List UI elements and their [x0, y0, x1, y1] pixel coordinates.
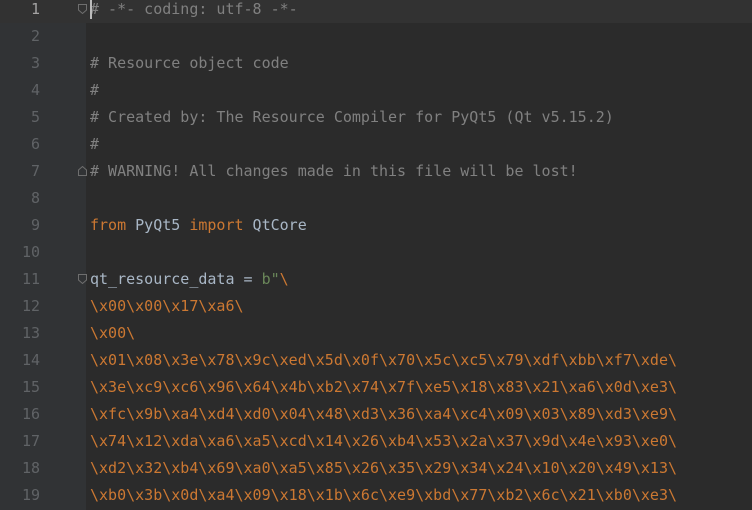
code-line-3[interactable]: 3 # Resource object code — [0, 50, 752, 77]
bytes-literal: \x74\x12\xda\xa6\xa5\xcd\x14\x26\xb4\x53… — [90, 432, 677, 450]
fold-start-icon[interactable] — [78, 274, 87, 284]
code-line-9[interactable]: 9 from PyQt5 import QtCore — [0, 212, 752, 239]
code-line-16[interactable]: 16 \xfc\x9b\xa4\xd4\xd0\x04\x48\xd3\x36\… — [0, 401, 752, 428]
line-number: 11 — [21, 270, 40, 288]
line-number: 17 — [21, 432, 40, 450]
bytes-literal: \xfc\x9b\xa4\xd4\xd0\x04\x48\xd3\x36\xa4… — [90, 405, 677, 423]
import-statement: from PyQt5 import QtCore — [90, 212, 307, 239]
code-line-11[interactable]: 11 qt_resource_data = b"\ — [0, 266, 752, 293]
line-number: 16 — [21, 405, 40, 423]
comment-text: # — [90, 135, 100, 153]
line-number: 2 — [30, 27, 40, 45]
line-number: 13 — [21, 324, 40, 342]
bytes-literal: \x00\ — [90, 324, 136, 342]
comment-text: # WARNING! All changes made in this file… — [90, 162, 578, 180]
bytes-literal: \xb0\x3b\x0d\xa4\x09\x18\x1b\x6c\xe9\xbd… — [90, 486, 677, 504]
bytes-literal: \xd2\x32\xb4\x69\xa0\xa5\x85\x26\x35\x29… — [90, 459, 677, 477]
bytes-literal: \x00\x00\x17\xa6\ — [90, 297, 244, 315]
variable-name: qt_resource_data = — [90, 270, 262, 288]
assignment-statement: qt_resource_data = b"\ — [90, 266, 289, 293]
module-name: PyQt5 — [126, 216, 190, 234]
line-number: 1 — [30, 0, 40, 18]
code-line-4[interactable]: 4 # — [0, 77, 752, 104]
code-line-18[interactable]: 18 \xd2\x32\xb4\x69\xa0\xa5\x85\x26\x35\… — [0, 455, 752, 482]
code-editor[interactable]: 1 # -*- coding: utf-8 -*- 2 3 # Resource… — [0, 0, 752, 510]
imported-name: QtCore — [243, 216, 307, 234]
line-number: 19 — [21, 486, 40, 504]
comment-text: # -*- coding: utf-8 -*- — [90, 0, 298, 18]
bytes-prefix: b" — [261, 270, 280, 288]
line-number: 3 — [30, 54, 40, 72]
line-number: 5 — [30, 108, 40, 126]
comment-text: # Created by: The Resource Compiler for … — [90, 108, 614, 126]
line-number: 8 — [30, 189, 40, 207]
fold-start-icon[interactable] — [78, 4, 87, 14]
keyword-from: from — [90, 216, 127, 234]
line-number: 15 — [21, 378, 40, 396]
code-line-13[interactable]: 13 \x00\ — [0, 320, 752, 347]
line-number: 14 — [21, 351, 40, 369]
line-number: 4 — [30, 81, 40, 99]
line-number: 18 — [21, 459, 40, 477]
bytes-literal: \x3e\xc9\xc6\x96\x64\x4b\xb2\x74\x7f\xe5… — [90, 378, 677, 396]
line-number: 12 — [21, 297, 40, 315]
code-line-6[interactable]: 6 # — [0, 131, 752, 158]
code-line-1[interactable]: 1 # -*- coding: utf-8 -*- — [0, 0, 752, 23]
code-line-14[interactable]: 14 \x01\x08\x3e\x78\x9c\xed\x5d\x0f\x70\… — [0, 347, 752, 374]
code-line-8[interactable]: 8 — [0, 185, 752, 212]
code-line-5[interactable]: 5 # Created by: The Resource Compiler fo… — [0, 104, 752, 131]
text-cursor — [90, 0, 92, 19]
comment-text: # Resource object code — [90, 54, 289, 72]
code-line-17[interactable]: 17 \x74\x12\xda\xa6\xa5\xcd\x14\x26\xb4\… — [0, 428, 752, 455]
line-number: 9 — [30, 216, 40, 234]
code-line-15[interactable]: 15 \x3e\xc9\xc6\x96\x64\x4b\xb2\x74\x7f\… — [0, 374, 752, 401]
line-number: 6 — [30, 135, 40, 153]
code-line-7[interactable]: 7 # WARNING! All changes made in this fi… — [0, 158, 752, 185]
keyword-import: import — [189, 216, 244, 234]
code-line-2[interactable]: 2 — [0, 23, 752, 50]
code-line-10[interactable]: 10 — [0, 239, 752, 266]
code-line-19[interactable]: 19 \xb0\x3b\x0d\xa4\x09\x18\x1b\x6c\xe9\… — [0, 482, 752, 509]
fold-end-icon[interactable] — [78, 166, 87, 176]
line-number: 7 — [30, 162, 40, 180]
line-continuation: \ — [279, 270, 289, 288]
code-line-12[interactable]: 12 \x00\x00\x17\xa6\ — [0, 293, 752, 320]
comment-text: # — [90, 81, 100, 99]
line-number: 10 — [21, 243, 40, 261]
bytes-literal: \x01\x08\x3e\x78\x9c\xed\x5d\x0f\x70\x5c… — [90, 351, 677, 369]
